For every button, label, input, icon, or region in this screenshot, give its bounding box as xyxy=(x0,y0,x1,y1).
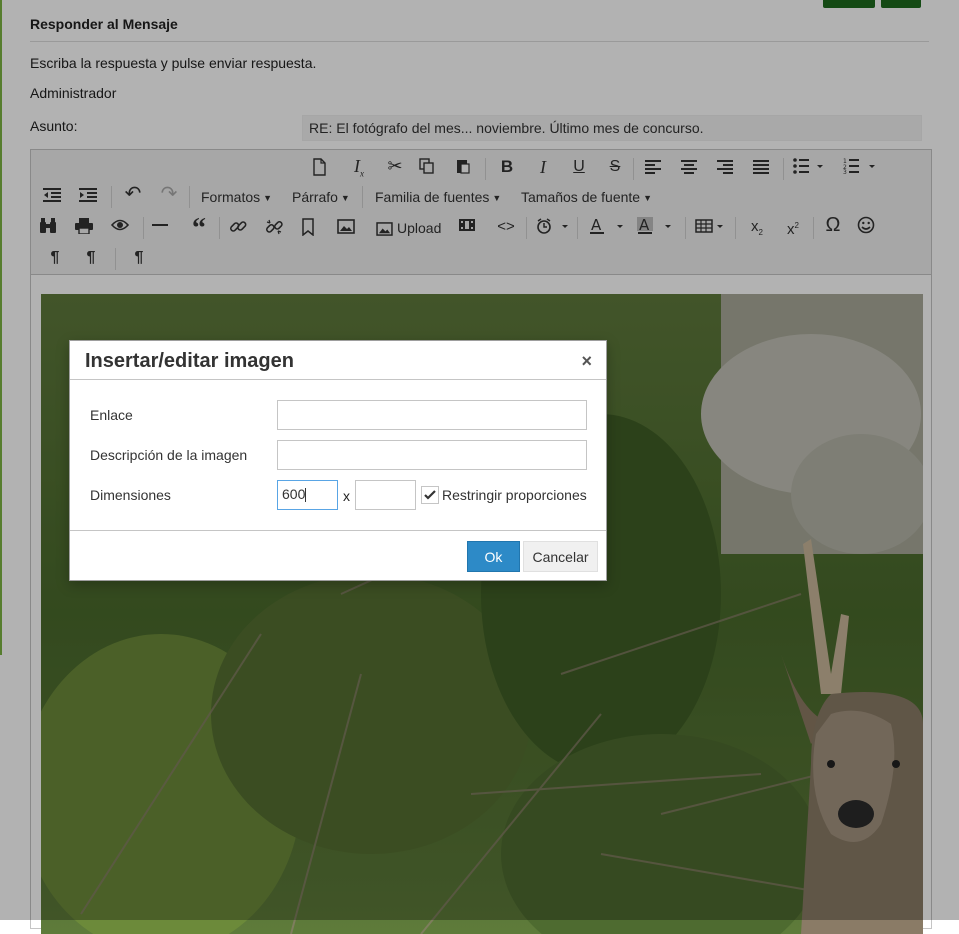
link-label: Enlace xyxy=(90,407,133,423)
insert-image-dialog: Insertar/editar imagen × Enlace Descripc… xyxy=(69,340,607,581)
width-value: 600 xyxy=(282,486,306,502)
close-icon[interactable]: × xyxy=(581,351,592,372)
dialog-title: Insertar/editar imagen xyxy=(85,350,294,372)
page: Responder al Mensaje Escriba la respuest… xyxy=(0,0,959,934)
dialog-footer-divider xyxy=(70,530,606,531)
width-input[interactable]: 600 xyxy=(277,480,338,510)
link-input[interactable] xyxy=(277,400,587,430)
description-input[interactable] xyxy=(277,440,587,470)
dimensions-label: Dimensiones xyxy=(90,487,171,503)
dialog-header-divider xyxy=(70,379,606,380)
description-label: Descripción de la imagen xyxy=(90,447,248,463)
checkmark-icon xyxy=(424,490,436,500)
height-input[interactable] xyxy=(355,480,416,510)
constrain-label: Restringir proporciones xyxy=(442,487,587,503)
dimension-separator: x xyxy=(343,488,350,504)
ok-button[interactable]: Ok xyxy=(467,541,520,572)
cancel-button[interactable]: Cancelar xyxy=(523,541,598,572)
constrain-checkbox[interactable] xyxy=(421,486,439,504)
